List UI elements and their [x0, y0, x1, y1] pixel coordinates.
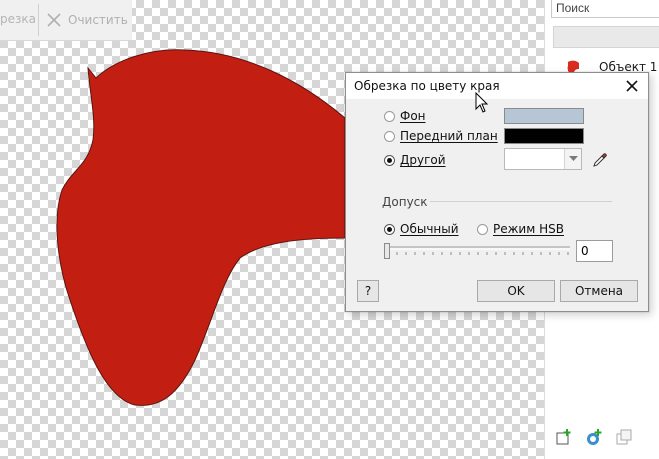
foreground-color-swatch [504, 128, 584, 144]
radio-normal-indicator[interactable] [384, 223, 395, 235]
radio-hsb-mode[interactable]: Режим HSB [477, 222, 564, 236]
tolerance-divider [430, 201, 612, 202]
close-icon[interactable] [623, 77, 641, 95]
dialog-title-bar[interactable]: Обрезка по цвету края [346, 73, 648, 99]
tolerance-label: Допуск [382, 195, 428, 209]
radio-foreground-label: Передний план [400, 129, 498, 143]
duplicate-icon[interactable] [615, 428, 633, 446]
clear-button-label: Очистить [68, 13, 128, 27]
tolerance-slider-thumb[interactable] [384, 243, 390, 259]
radio-other[interactable]: Другой [384, 153, 446, 167]
chevron-down-icon[interactable] [564, 149, 581, 169]
other-color-picker[interactable] [504, 148, 582, 170]
panel-bottom-toolbar [555, 428, 633, 446]
new-object-icon[interactable] [555, 428, 573, 446]
crop-button[interactable]: резка [0, 12, 36, 26]
radio-background[interactable]: Фон [384, 109, 426, 123]
mouse-cursor-icon [475, 92, 489, 113]
radio-hsb-label: Режим HSB [493, 222, 564, 236]
radio-normal-mode[interactable]: Обычный [384, 222, 459, 236]
ok-button[interactable]: OK [477, 280, 555, 302]
tolerance-slider[interactable] [386, 241, 570, 257]
clear-button[interactable]: Очистить [46, 10, 128, 30]
toolbar: резка Очистить [0, 0, 132, 41]
radio-normal-label: Обычный [400, 222, 459, 236]
toolbar-separator [38, 4, 39, 36]
edge-color-crop-dialog: Обрезка по цвету края Фон Передний план … [345, 72, 649, 312]
panel-filter-button[interactable] [553, 26, 659, 48]
eyedropper-icon[interactable] [591, 151, 609, 169]
cancel-button[interactable]: Отмена [560, 280, 638, 302]
radio-other-indicator[interactable] [384, 154, 395, 166]
tolerance-value-input[interactable] [576, 240, 613, 262]
radio-foreground[interactable]: Передний план [384, 129, 498, 143]
add-mask-icon[interactable] [585, 428, 603, 446]
help-button[interactable]: ? [357, 280, 379, 302]
red-shape-path [56, 49, 346, 406]
dialog-title: Обрезка по цвету края [354, 79, 500, 93]
radio-foreground-indicator[interactable] [384, 130, 395, 142]
close-icon [47, 13, 61, 27]
search-input[interactable] [551, 0, 659, 18]
radio-background-label: Фон [400, 109, 426, 123]
radio-hsb-indicator[interactable] [477, 223, 488, 235]
background-color-swatch [504, 108, 584, 124]
radio-background-indicator[interactable] [384, 110, 395, 122]
radio-other-label: Другой [400, 153, 446, 167]
